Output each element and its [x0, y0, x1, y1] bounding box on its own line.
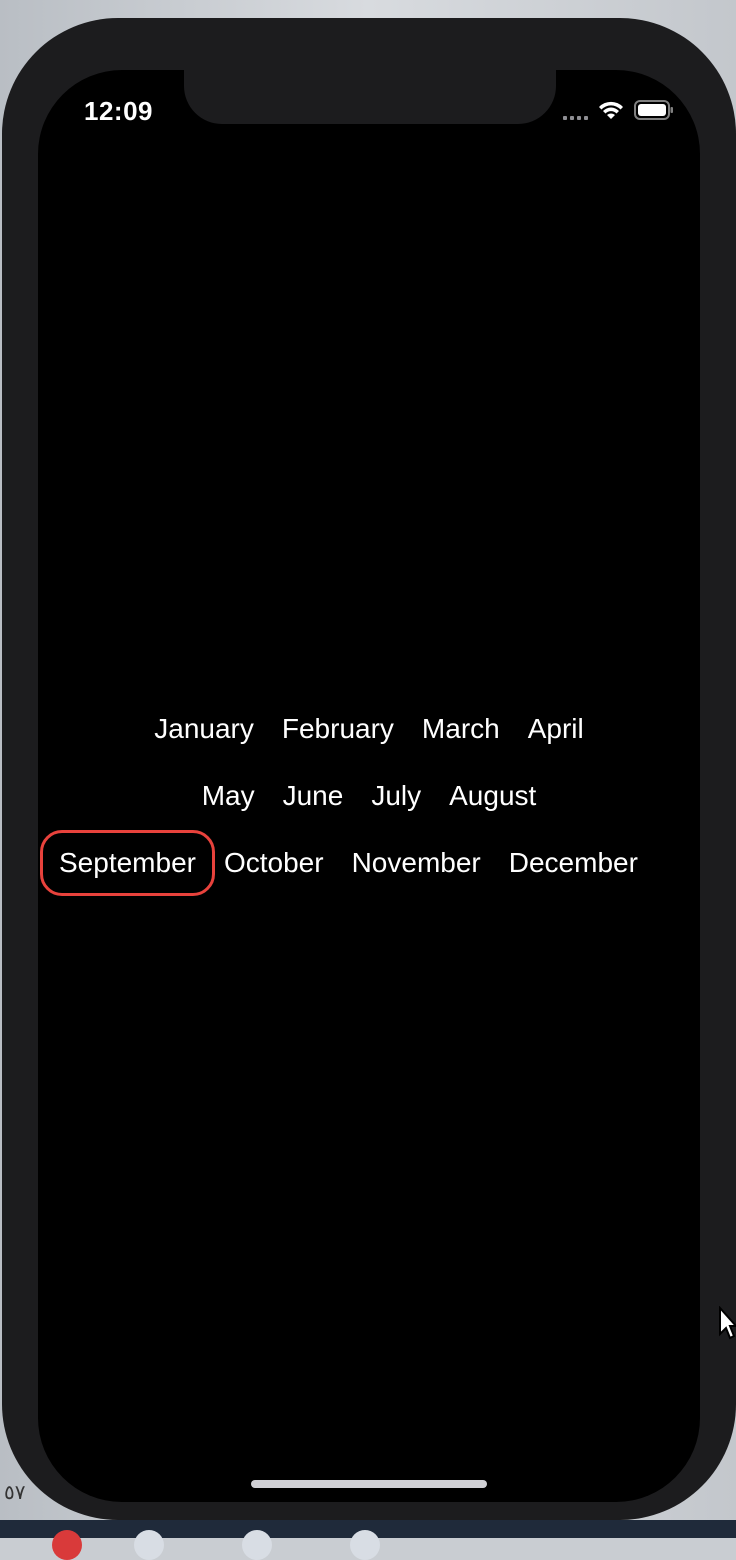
month-item-may[interactable]: May [202, 779, 255, 813]
simulator-screen: 12:09 January February March April May J… [38, 70, 700, 1502]
month-item-june[interactable]: June [283, 779, 344, 813]
month-item-january[interactable]: January [154, 712, 254, 746]
month-item-august[interactable]: August [449, 779, 536, 813]
month-item-march[interactable]: March [422, 712, 500, 746]
mouse-cursor-icon [718, 1305, 736, 1345]
month-item-november[interactable]: November [352, 846, 481, 896]
taskbar [0, 1520, 736, 1560]
taskbar-app-icon[interactable] [52, 1530, 82, 1560]
taskbar-app-icon[interactable] [350, 1530, 380, 1560]
month-item-february[interactable]: February [282, 712, 394, 746]
taskbar-app-icon[interactable] [242, 1530, 272, 1560]
month-item-december[interactable]: December [509, 846, 638, 896]
home-indicator[interactable] [251, 1480, 487, 1488]
month-row: May June July August [38, 779, 700, 813]
month-item-october[interactable]: October [224, 846, 324, 896]
month-item-april[interactable]: April [528, 712, 584, 746]
taskbar-app-icon[interactable] [134, 1530, 164, 1560]
month-row: September October November December [40, 830, 699, 896]
desktop-corner-text: ٥٧ [4, 1482, 26, 1504]
month-item-september[interactable]: September [40, 830, 215, 896]
month-row: January February March April [38, 712, 700, 746]
iphone-simulator-frame: 12:09 January February March April May J… [2, 18, 736, 1520]
month-item-july[interactable]: July [371, 779, 421, 813]
month-picker-grid: January February March April May June Ju… [38, 70, 700, 1502]
